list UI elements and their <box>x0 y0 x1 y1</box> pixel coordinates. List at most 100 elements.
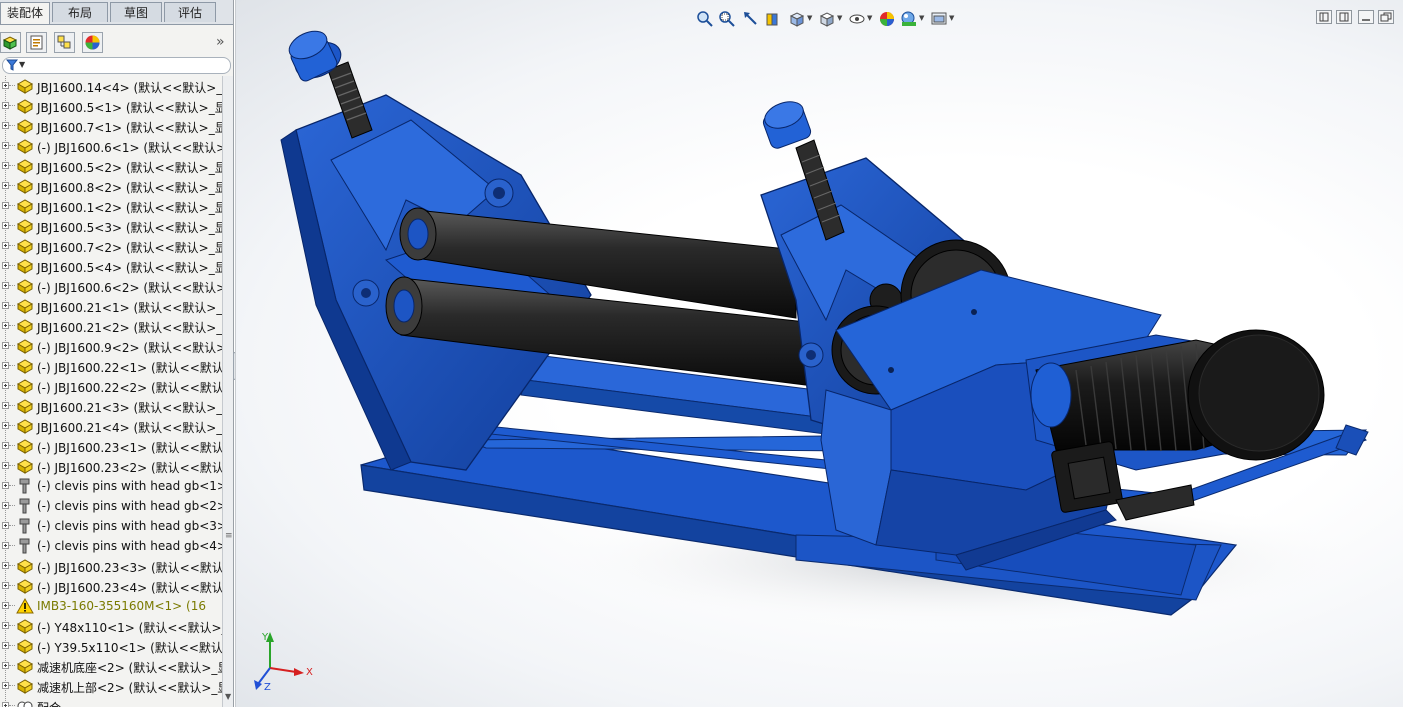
tree-item[interactable]: JBJ1600.7<2> (默认<<默认>_显 <box>0 236 222 256</box>
expand-icon[interactable] <box>2 82 9 89</box>
expand-icon[interactable] <box>2 222 9 229</box>
tree-item[interactable]: (-) JBJ1600.6<1> (默认<<默认>_ <box>0 136 222 156</box>
expand-icon[interactable] <box>2 302 9 309</box>
display-style-button[interactable] <box>816 8 838 30</box>
tree-item[interactable]: JBJ1600.21<4> (默认<<默认>_显 <box>0 416 222 436</box>
tree-item[interactable]: (-) JBJ1600.23<4> (默认<<默认 <box>0 576 222 596</box>
expand-icon[interactable] <box>2 342 9 349</box>
expand-icon[interactable] <box>2 202 9 209</box>
expand-icon[interactable] <box>2 282 9 289</box>
expand-icon[interactable] <box>2 482 9 489</box>
expand-icon[interactable] <box>2 102 9 109</box>
assembly-model[interactable] <box>236 0 1403 707</box>
expand-icon[interactable] <box>2 562 9 569</box>
tree-item[interactable]: JBJ1600.21<1> (默认<<默认>_显 <box>0 296 222 316</box>
tree-item[interactable]: JBJ1600.21<3> (默认<<默认>_显 <box>0 396 222 416</box>
graphics-area[interactable]: ▼ ▼ ▼ ▼ ▼ Y X Z <box>235 0 1403 707</box>
tree-item[interactable]: JBJ1600.5<3> (默认<<默认>_显 <box>0 216 222 236</box>
chevron-down-icon[interactable]: ▼ <box>807 14 812 22</box>
expand-icon[interactable] <box>2 422 9 429</box>
tab-assembly[interactable]: 装配体 <box>0 2 50 24</box>
part-icon <box>16 198 34 214</box>
expand-icon[interactable] <box>2 262 9 269</box>
tree-item[interactable]: 减速机底座<2> (默认<<默认>_显 <box>0 656 222 676</box>
tree-item[interactable]: (-) JBJ1600.22<2> (默认<<默认 <box>0 376 222 396</box>
tree-item[interactable]: (-) JBJ1600.22<1> (默认<<默认 <box>0 356 222 376</box>
expand-icon[interactable] <box>2 502 9 509</box>
tree-item[interactable]: 配合 <box>0 696 222 707</box>
tree-item[interactable]: JBJ1600.1<2> (默认<<默认>_显 <box>0 196 222 216</box>
expand-icon[interactable] <box>2 182 9 189</box>
tree-item[interactable]: JBJ1600.5<4> (默认<<默认>_显 <box>0 256 222 276</box>
expand-icon[interactable] <box>2 702 9 707</box>
expand-icon[interactable] <box>2 682 9 689</box>
zoom-to-fit-button[interactable] <box>694 8 716 30</box>
chevron-down-icon[interactable]: ▼ <box>919 14 924 22</box>
expand-icon[interactable] <box>2 382 9 389</box>
tree-item[interactable]: (-) JBJ1600.23<1> (默认<<默认 <box>0 436 222 456</box>
tile-left-button[interactable] <box>1316 10 1332 24</box>
expand-icon[interactable] <box>2 582 9 589</box>
tree-item[interactable]: JBJ1600.5<2> (默认<<默认>_显 <box>0 156 222 176</box>
hide-show-items-button[interactable] <box>846 8 868 30</box>
maximize-button[interactable] <box>1378 10 1394 24</box>
tree-filter[interactable]: ▼ <box>2 57 231 74</box>
tree-item[interactable]: (-) Y48x110<1> (默认<<默认>_显 <box>0 616 222 636</box>
tree-item[interactable]: JBJ1600.8<2> (默认<<默认>_显 <box>0 176 222 196</box>
edit-appearance-button[interactable] <box>876 8 898 30</box>
restore-button[interactable] <box>1358 10 1374 24</box>
chevron-down-icon[interactable]: ▼ <box>867 14 872 22</box>
zoom-to-area-button[interactable] <box>716 8 738 30</box>
tree-item[interactable]: (-) clevis pins with head gb<2> <box>0 496 222 516</box>
feature-manager-panel: 装配体 布局 草图 评估 » ▼ JBJ1600.14<4> (默认<<默认>_… <box>0 0 234 707</box>
tree-item[interactable]: (-) clevis pins with head gb<3> <box>0 516 222 536</box>
tab-sketch[interactable]: 草图 <box>110 2 162 22</box>
chevron-down-icon[interactable]: ▼ <box>949 14 954 22</box>
tree-item[interactable]: 减速机上部<2> (默认<<默认>_显 <box>0 676 222 696</box>
tab-layout[interactable]: 布局 <box>52 2 108 22</box>
motor[interactable] <box>1025 329 1325 521</box>
panel-expand-button[interactable]: » <box>216 34 225 50</box>
expand-icon[interactable] <box>2 462 9 469</box>
expand-icon[interactable] <box>2 542 9 549</box>
tree-item[interactable]: (-) clevis pins with head gb<1> <box>0 476 222 496</box>
expand-icon[interactable] <box>2 362 9 369</box>
tab-evaluate[interactable]: 评估 <box>164 2 216 22</box>
tile-right-button[interactable] <box>1336 10 1352 24</box>
tree-item[interactable]: (-) JBJ1600.6<2> (默认<<默认>_ <box>0 276 222 296</box>
expand-icon[interactable] <box>2 622 9 629</box>
configuration-manager-button[interactable] <box>54 32 75 53</box>
tree-item[interactable]: JBJ1600.14<4> (默认<<默认>_显 <box>0 76 222 96</box>
tree-item[interactable]: IMB3-160-355160M<1> (16 <box>0 596 222 616</box>
tree-item[interactable]: JBJ1600.7<1> (默认<<默认>_显 <box>0 116 222 136</box>
property-manager-button[interactable] <box>26 32 47 53</box>
expand-icon[interactable] <box>2 162 9 169</box>
expand-icon[interactable] <box>2 662 9 669</box>
view-settings-button[interactable] <box>928 8 950 30</box>
expand-icon[interactable] <box>2 242 9 249</box>
section-view-button[interactable] <box>762 8 784 30</box>
tree-item[interactable]: JBJ1600.21<2> (默认<<默认>_显 <box>0 316 222 336</box>
expand-icon[interactable] <box>2 602 9 609</box>
tree-item[interactable]: (-) JBJ1600.9<2> (默认<<默认>_ <box>0 336 222 356</box>
expand-icon[interactable] <box>2 122 9 129</box>
expand-icon[interactable] <box>2 142 9 149</box>
scroll-down-icon[interactable]: ▼ <box>225 692 231 701</box>
tree-item[interactable]: JBJ1600.5<1> (默认<<默认>_显 <box>0 96 222 116</box>
tree-item[interactable]: (-) JBJ1600.23<2> (默认<<默认 <box>0 456 222 476</box>
previous-view-button[interactable] <box>740 8 762 30</box>
display-manager-button[interactable] <box>82 32 103 53</box>
tree-item[interactable]: (-) Y39.5x110<1> (默认<<默认>_ <box>0 636 222 656</box>
tree-item[interactable]: (-) JBJ1600.23<3> (默认<<默认 <box>0 556 222 576</box>
expand-icon[interactable] <box>2 642 9 649</box>
chevron-down-icon[interactable]: ▼ <box>837 14 842 22</box>
apply-scene-button[interactable] <box>898 8 920 30</box>
view-orientation-button[interactable] <box>786 8 808 30</box>
tree-item[interactable]: (-) clevis pins with head gb<4> <box>0 536 222 556</box>
expand-icon[interactable] <box>2 322 9 329</box>
feature-manager-button[interactable] <box>0 32 21 53</box>
tree-scrollbar[interactable]: ≡ ▼ <box>222 76 233 707</box>
expand-icon[interactable] <box>2 402 9 409</box>
expand-icon[interactable] <box>2 522 9 529</box>
expand-icon[interactable] <box>2 442 9 449</box>
